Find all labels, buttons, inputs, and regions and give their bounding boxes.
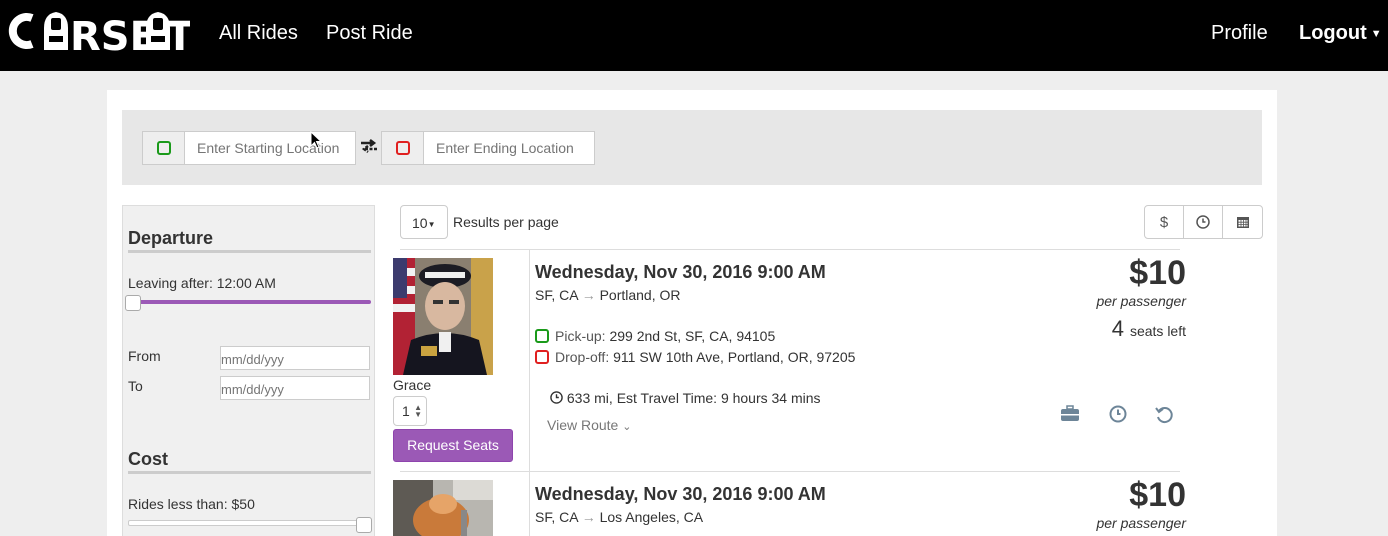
- round-trip-icon[interactable]: [1153, 403, 1175, 425]
- driver-photo: [393, 480, 493, 536]
- red-square-icon: [395, 141, 410, 155]
- dropoff-label: Drop-off:: [555, 349, 610, 365]
- from-label: From: [128, 348, 161, 364]
- cost-slider-track[interactable]: [128, 520, 371, 526]
- to-date-input[interactable]: [220, 376, 370, 400]
- cost-heading: Cost: [128, 449, 168, 469]
- end-location-group: [381, 131, 595, 165]
- cost-divider: [128, 471, 371, 474]
- departure-heading: Departure: [128, 228, 214, 248]
- ride-price: $10: [1129, 476, 1186, 514]
- route-from: SF, CA: [535, 287, 578, 303]
- leaving-after-label: Leaving after: 12:00 AM: [128, 275, 276, 291]
- svg-text:T: T: [166, 14, 190, 54]
- seats-left-label: seats left: [1129, 323, 1186, 339]
- filter-sidebar: Departure Leaving after: 12:00 AM From T…: [122, 205, 375, 536]
- departure-slider-handle[interactable]: [125, 295, 141, 311]
- per-page-value: 10: [412, 215, 428, 231]
- caret-down-icon: ▼: [427, 219, 436, 229]
- sort-buttons: $: [1144, 205, 1263, 239]
- green-square-icon: [156, 141, 171, 155]
- swap-icon[interactable]: [360, 138, 378, 154]
- route-to: Los Angeles, CA: [599, 509, 704, 525]
- start-location-input[interactable]: [185, 132, 355, 164]
- arrow-right-icon: →: [581, 509, 596, 525]
- sort-date-button[interactable]: [1223, 206, 1262, 238]
- seats-left-count: 4: [1111, 316, 1124, 341]
- driver-name: Grace: [393, 377, 432, 393]
- caret-down-icon: ▼: [1370, 27, 1382, 40]
- per-page-label: Results per page: [453, 214, 559, 230]
- sort-price-button[interactable]: $: [1145, 206, 1184, 238]
- arrow-right-icon: →: [581, 287, 596, 303]
- ride-date: Wednesday, Nov 30, 2016 9:00 AM: [535, 262, 826, 282]
- driver-avatar: [393, 258, 493, 375]
- clock-icon: [550, 391, 563, 404]
- end-location-input[interactable]: [424, 132, 594, 164]
- mouse-cursor-icon: [310, 131, 322, 149]
- seat-count-stepper[interactable]: 1 ▲ ▼: [393, 396, 427, 426]
- results-divider: [400, 249, 1180, 250]
- start-location-group: [142, 131, 356, 165]
- start-marker: [143, 132, 185, 164]
- carseat-logo[interactable]: RSE T: [6, 8, 190, 54]
- view-route-label: View Route: [547, 417, 619, 433]
- svg-text:RSE: RSE: [70, 14, 157, 54]
- nav-all-rides[interactable]: All Rides: [219, 21, 298, 45]
- card-divider-vertical: [529, 249, 530, 471]
- luggage-icon[interactable]: [1059, 403, 1081, 425]
- clock-icon: [1196, 215, 1210, 229]
- ride-route: SF, CA → Los Angeles, CA: [535, 509, 703, 525]
- seat-count-value: 1: [402, 403, 410, 419]
- cost-slider-handle[interactable]: [356, 517, 372, 533]
- navbar: RSE T All Rides Post Ride Profile Logout…: [0, 0, 1388, 71]
- calendar-icon: [1236, 217, 1249, 228]
- card-divider-vertical: [529, 471, 530, 536]
- pickup-label: Pick-up:: [555, 328, 606, 344]
- route-to: Portland, OR: [599, 287, 681, 303]
- chevron-down-icon: ⌄: [622, 421, 632, 433]
- logo-wordmark: RSE T: [8, 12, 190, 54]
- travel-info: 633 mi, Est Travel Time: 9 hours 34 mins: [550, 390, 821, 406]
- travel-text: 633 mi, Est Travel Time: 9 hours 34 mins: [566, 390, 821, 406]
- stepper-arrows-icon: ▲ ▼: [414, 403, 422, 419]
- departure-divider: [128, 250, 371, 253]
- clock-icon[interactable]: [1107, 403, 1129, 425]
- dropoff-address: 911 SW 10th Ave, Portland, OR, 97205: [613, 349, 856, 365]
- dropoff-line: Drop-off: 911 SW 10th Ave, Portland, OR,…: [535, 349, 855, 365]
- ride-price: $10: [1129, 254, 1186, 292]
- driver-avatar: [393, 480, 493, 536]
- logout-label: Logout: [1299, 22, 1367, 44]
- request-seats-button[interactable]: Request Seats: [393, 429, 513, 462]
- nav-post-ride[interactable]: Post Ride: [326, 21, 413, 45]
- ride-route: SF, CA → Portland, OR: [535, 287, 681, 303]
- route-from: SF, CA: [535, 509, 578, 525]
- ride-date: Wednesday, Nov 30, 2016 9:00 AM: [535, 484, 826, 504]
- seats-left: 4 seats left: [1112, 316, 1186, 342]
- view-route-link[interactable]: View Route ⌄: [547, 417, 631, 433]
- ride-divider: [400, 471, 1180, 472]
- sort-time-button[interactable]: [1184, 206, 1223, 238]
- red-square-icon: [535, 350, 549, 364]
- nav-logout[interactable]: Logout ▼: [1299, 21, 1382, 46]
- departure-slider-track[interactable]: [128, 300, 371, 304]
- from-date-input[interactable]: [220, 346, 370, 370]
- dollar-icon: $: [1159, 213, 1169, 231]
- per-page-dropdown[interactable]: 10▼: [400, 205, 448, 239]
- pickup-address: 299 2nd St, SF, CA, 94105: [609, 328, 776, 344]
- green-square-icon: [535, 329, 549, 343]
- per-passenger-label: per passenger: [1096, 293, 1186, 309]
- pickup-line: Pick-up: 299 2nd St, SF, CA, 94105: [535, 328, 775, 344]
- driver-photo: [393, 258, 493, 375]
- to-label: To: [128, 378, 143, 394]
- rides-less-than-label: Rides less than: $50: [128, 496, 255, 512]
- per-passenger-label: per passenger: [1096, 515, 1186, 531]
- nav-profile[interactable]: Profile: [1211, 21, 1268, 45]
- end-marker: [382, 132, 424, 164]
